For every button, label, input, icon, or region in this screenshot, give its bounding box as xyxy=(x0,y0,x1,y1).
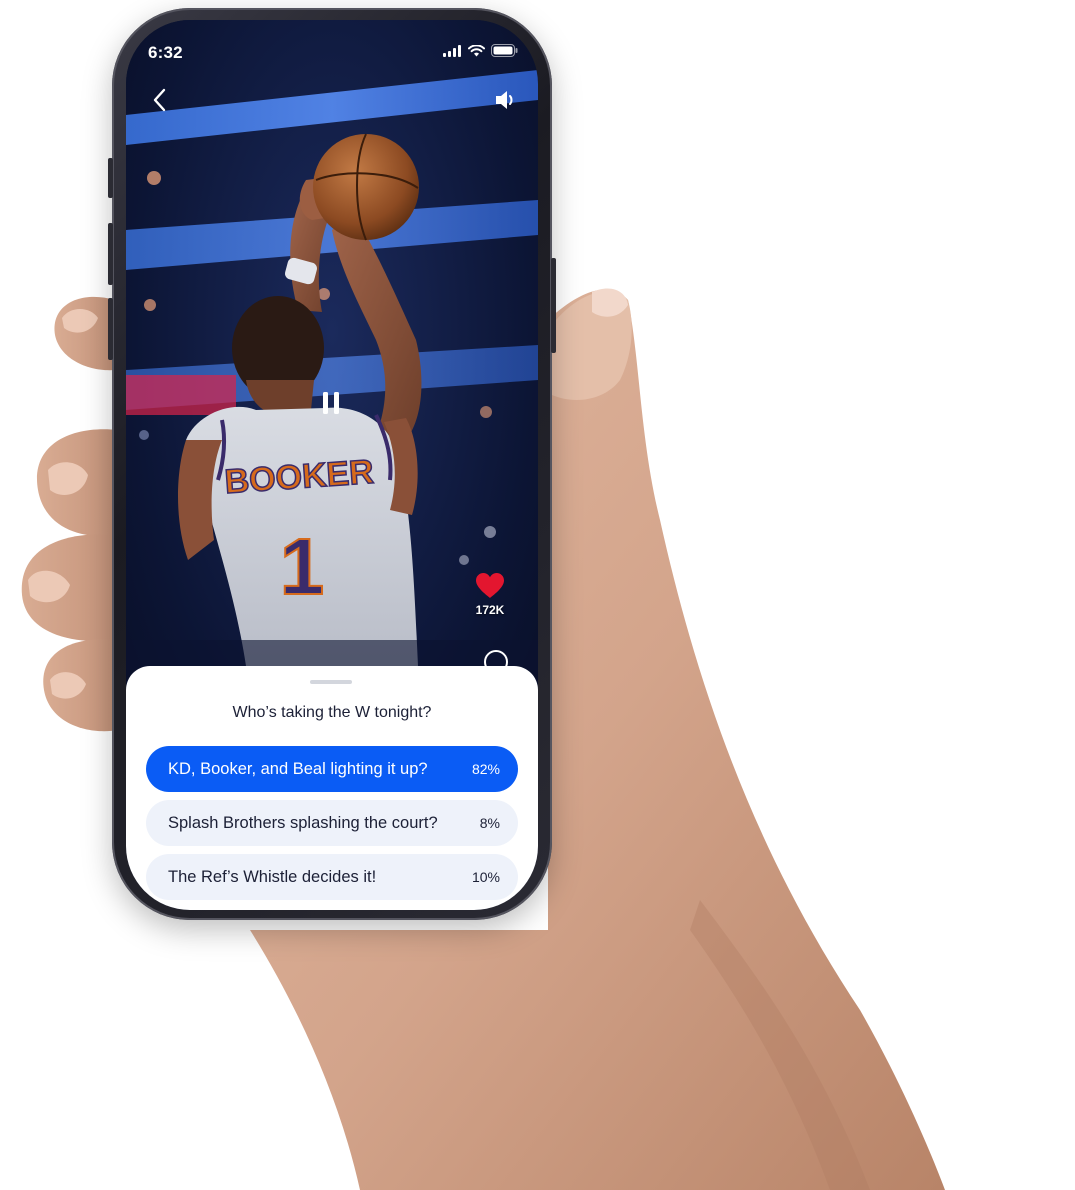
phone-device: BOOKER 1 6:32 172K Who’s taking the W to… xyxy=(108,8,556,920)
power-button xyxy=(551,258,556,353)
status-bar: 6:32 xyxy=(126,20,538,70)
pause-icon xyxy=(323,392,339,414)
poll-option-label: The Ref’s Whistle decides it! xyxy=(168,867,377,886)
poll-option-label: Splash Brothers splashing the court? xyxy=(168,813,438,832)
status-icons xyxy=(443,44,518,57)
poll-option[interactable]: Splash Brothers splashing the court? 8% xyxy=(146,800,518,846)
marketing-stage: BOOKER 1 6:32 172K Who’s taking the W to… xyxy=(0,0,1075,1190)
wifi-icon xyxy=(468,44,485,56)
volume-up-button xyxy=(108,223,113,285)
poll-option[interactable]: The Ref’s Whistle decides it! 10% xyxy=(146,854,518,900)
volume-down-button xyxy=(108,298,113,360)
poll-option-label: KD, Booker, and Beal lighting it up? xyxy=(168,759,428,778)
sheet-grabber[interactable] xyxy=(310,680,352,684)
pause-button[interactable] xyxy=(314,386,348,420)
status-time: 6:32 xyxy=(148,43,183,62)
like-button[interactable]: 172K xyxy=(475,572,505,617)
poll-option-percent: 10% xyxy=(471,869,500,885)
sound-button[interactable] xyxy=(490,84,522,116)
poll-option-percent: 8% xyxy=(479,815,500,831)
jersey-number: 1 xyxy=(280,522,325,611)
poll-sheet: Who’s taking the W tonight? KD, Booker, … xyxy=(126,666,538,910)
phone-screen: BOOKER 1 6:32 172K Who’s taking the W to… xyxy=(126,20,538,910)
cellular-signal-icon xyxy=(443,44,461,57)
side-actions: 172K xyxy=(466,572,514,617)
like-count: 172K xyxy=(475,603,505,617)
chevron-left-icon xyxy=(153,88,166,112)
poll-question: Who’s taking the W tonight? xyxy=(232,704,432,721)
action-button xyxy=(108,158,113,198)
speaker-icon xyxy=(496,91,513,109)
poll-option-percent: 82% xyxy=(471,761,500,777)
heart-icon xyxy=(476,573,504,598)
battery-icon xyxy=(491,44,518,57)
back-button[interactable] xyxy=(144,84,176,116)
poll-option[interactable]: KD, Booker, and Beal lighting it up? 82% xyxy=(146,746,518,792)
